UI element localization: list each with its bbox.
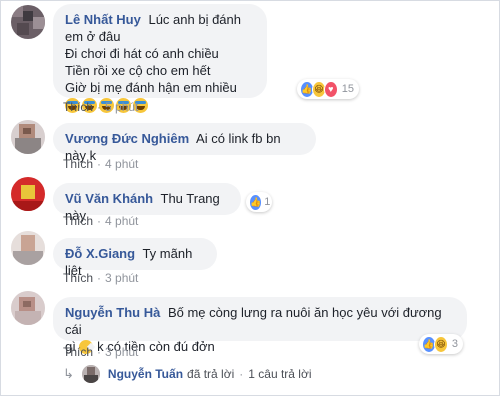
- like-link[interactable]: Thích: [63, 100, 93, 114]
- comment-author[interactable]: Vương Đức Nghiêm: [65, 131, 189, 146]
- timestamp[interactable]: 3 phút: [105, 345, 138, 359]
- like-link[interactable]: Thích: [63, 157, 93, 171]
- reaction-summary[interactable]: 👍 1: [246, 192, 272, 212]
- reply-summary[interactable]: ↳ Nguyễn Tuấn đã trả lời · 1 câu trả lời: [63, 365, 312, 383]
- comment-author[interactable]: Đỗ X.Giang: [65, 246, 135, 261]
- avatar[interactable]: [11, 177, 45, 211]
- reaction-summary[interactable]: 👍 😆 3: [419, 334, 463, 354]
- avatar[interactable]: [11, 291, 45, 325]
- timestamp[interactable]: 5 phút: [105, 100, 138, 114]
- avatar[interactable]: [11, 231, 45, 265]
- reply-count[interactable]: 1 câu trả lời: [248, 367, 311, 381]
- comment-author[interactable]: Nguyễn Thu Hà: [65, 305, 160, 320]
- comment-bubble: Đỗ X.Giang Ty mãnh liệt: [53, 238, 217, 278]
- timestamp[interactable]: 4 phút: [105, 214, 138, 228]
- timestamp[interactable]: 3 phút: [105, 271, 138, 285]
- comment-meta: Thích · 3 phút: [63, 345, 139, 359]
- comment-author[interactable]: Lê Nhất Huy: [65, 12, 141, 27]
- comment-text-line: Tiền rồi xe cộ cho em hết: [65, 63, 211, 78]
- comment-bubble: Vương Đức Nghiêm Ai có link fb bn này k: [53, 123, 316, 163]
- reply-text: đã trả lời: [187, 367, 235, 381]
- comment-meta: Thích · 4 phút: [63, 214, 139, 228]
- reply-arrow-icon: ↳: [63, 366, 74, 381]
- comment-bubble: Nguyễn Thu Hà Bố mẹ còng lưng ra nuôi ăn…: [53, 297, 467, 354]
- like-link[interactable]: Thích: [63, 214, 93, 228]
- reaction-count: 15: [341, 83, 355, 95]
- comment-author[interactable]: Vũ Văn Khánh: [65, 191, 153, 206]
- comment-meta: Thích · 3 phút: [63, 271, 139, 285]
- timestamp[interactable]: 4 phút: [105, 157, 138, 171]
- avatar[interactable]: [11, 120, 45, 154]
- reaction-summary[interactable]: 👍 😆 ♥ 15: [297, 79, 359, 99]
- haha-icon: 😆: [433, 335, 448, 353]
- comment-meta: Thích · 5 phút: [63, 100, 139, 114]
- avatar: [81, 365, 100, 383]
- reaction-count: 1: [264, 196, 271, 208]
- comment-text-line: Đi chơi đi hát có anh chiều: [65, 46, 219, 61]
- like-link[interactable]: Thích: [63, 271, 93, 285]
- separator: ·: [239, 367, 244, 381]
- comment-bubble: Vũ Văn Khánh Thu Trang này: [53, 183, 241, 223]
- comment-thread: Lê Nhất Huy Lúc anh bị đánh em ở đâu Đi …: [0, 0, 500, 396]
- reaction-count: 3: [451, 338, 458, 350]
- like-icon: 👍: [249, 193, 263, 211]
- reply-author[interactable]: Nguyễn Tuấn: [108, 367, 183, 381]
- comment-meta: Thích · 4 phút: [63, 157, 139, 171]
- love-icon: ♥: [323, 80, 338, 98]
- avatar[interactable]: [11, 5, 45, 39]
- comment-bubble: Lê Nhất Huy Lúc anh bị đánh em ở đâu Đi …: [53, 4, 267, 113]
- comment-text-line: Giờ bị mẹ đánh hận em nhiều: [65, 80, 237, 95]
- like-link[interactable]: Thích: [63, 345, 93, 359]
